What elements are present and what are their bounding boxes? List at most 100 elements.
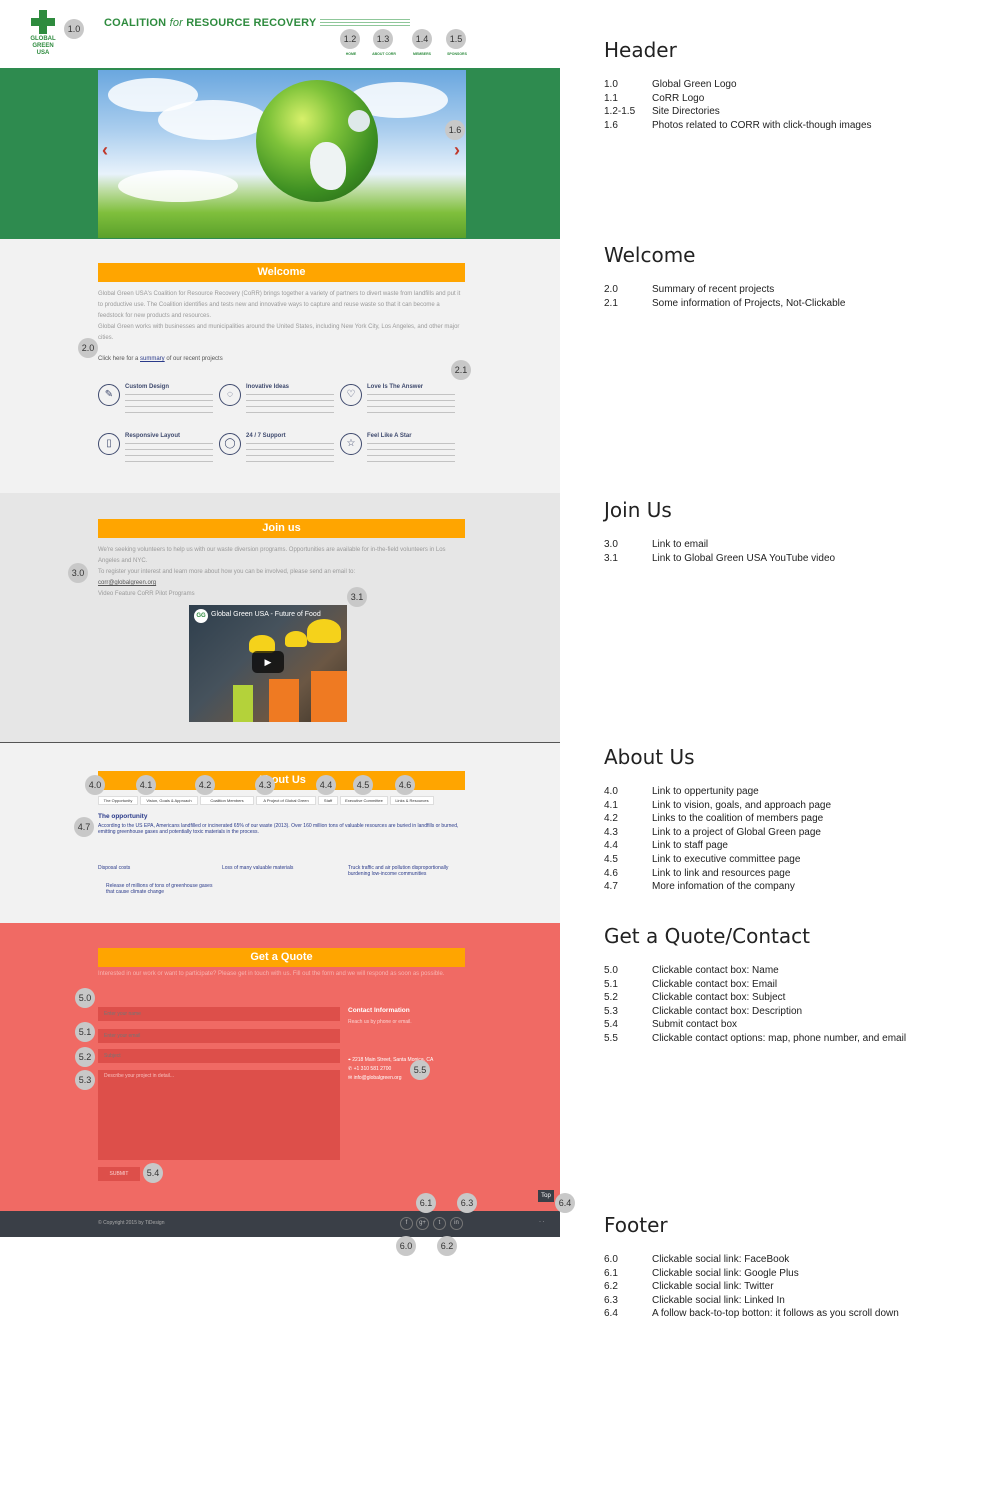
tab-vision[interactable]: Vision, Goals & Approach	[140, 796, 198, 805]
summary-link-line: Click here for a summary of our recent p…	[98, 356, 223, 362]
legend-key: 4.7	[604, 881, 618, 893]
annotation-badge: 1.3	[373, 29, 393, 49]
website-mockup: GLOBAL GREEN USA COALITION for RESOURCE …	[0, 0, 575, 1256]
global-green-logo[interactable]: GLOBAL GREEN USA	[26, 8, 60, 64]
subject-input[interactable]	[98, 1049, 340, 1063]
legend-desc: Some information of Projects, Not-Clicka…	[652, 297, 846, 309]
legend-desc: Link to email	[652, 539, 709, 550]
hero-slider[interactable]	[98, 70, 466, 238]
legend-key: 5.3	[604, 1005, 618, 1017]
feature-title: 24 / 7 Support	[246, 433, 286, 439]
youtube-video[interactable]: GG Global Green USA - Future of Food ▶	[189, 605, 347, 722]
legend-key: 1.0	[604, 79, 618, 90]
site-header: GLOBAL GREEN USA COALITION for RESOURCE …	[0, 0, 560, 68]
feature-inovative-ideas: ◌ Inovative Ideas	[219, 384, 334, 422]
legend-row: 5.3 Clickable contact box: Description	[604, 1005, 906, 1019]
feature-responsive-layout: ▯ Responsive Layout	[98, 433, 213, 471]
facebook-icon[interactable]: f	[400, 1217, 413, 1230]
annotation-badge: 4.3	[255, 775, 275, 795]
welcome-body-2: Global Green works with businesses and m…	[98, 324, 460, 341]
back-to-top-button[interactable]: Top	[538, 1190, 554, 1202]
contact-phone-text: +1 310 581 2700	[353, 1066, 392, 1072]
vest-shape	[269, 679, 299, 722]
legend-row: 2.1 Some information of Projects, Not-Cli…	[604, 297, 845, 311]
quote-title: Get a Quote	[98, 948, 465, 967]
twitter-icon[interactable]: t	[433, 1217, 446, 1230]
linkedin-icon[interactable]: in	[450, 1217, 463, 1230]
cloud-shape	[118, 170, 238, 202]
corr-logo[interactable]: COALITION for RESOURCE RECOVERY	[104, 17, 316, 29]
annotation-badge: 5.1	[75, 1022, 95, 1042]
copyright-text: © Copyright 2015 by TiDesign	[98, 1220, 165, 1226]
summary-link[interactable]: summary	[140, 356, 165, 362]
legend-key: 3.1	[604, 552, 618, 564]
email-input[interactable]	[98, 1029, 340, 1043]
video-title: Global Green USA - Future of Food	[211, 611, 321, 618]
contact-email[interactable]: ✉ info@globalgreen.org	[348, 1075, 401, 1081]
feature-text-lines	[125, 443, 213, 465]
legend-key: 1.1	[604, 92, 618, 104]
legend-desc: More infomation of the company	[652, 881, 795, 893]
annotation-badge: 4.2	[195, 775, 215, 795]
welcome-title: Welcome	[98, 263, 465, 282]
nav-sponsors[interactable]: SPONSORS	[442, 52, 472, 56]
legend-desc: Clickable contact box: Email	[652, 978, 778, 990]
annotation-badge: 5.2	[75, 1047, 95, 1067]
tab-project[interactable]: A Project of Global Green	[256, 796, 316, 805]
legend-desc: Links to the coalition of members page	[652, 813, 824, 825]
feature-text-lines	[367, 394, 455, 416]
tab-members[interactable]: Coalition Members	[200, 796, 254, 805]
contact-phone[interactable]: ✆ +1 310 581 2700	[348, 1066, 391, 1072]
annotation-badge: 4.1	[136, 775, 156, 795]
legend-row: 4.0 Link to oppertunity page	[604, 785, 831, 799]
legend-key: 4.6	[604, 867, 618, 879]
feature-text-lines	[367, 443, 455, 465]
join-title: Join us	[98, 519, 465, 538]
legend-title: Get a Quote/Contact	[604, 924, 810, 948]
slider-prev-arrow-icon[interactable]: ‹	[102, 140, 108, 161]
legend-row: 5.0 Clickable contact box: Name	[604, 964, 906, 978]
feature-feel-like-a-star: ☆ Feel Like A Star	[340, 433, 455, 471]
annotation-badge: 5.3	[75, 1070, 95, 1090]
opportunity-body: According to the US EPA, Americans landf…	[98, 823, 459, 835]
annotation-badge: 1.0	[64, 19, 84, 39]
legend-desc: Clickable social link: Linked In	[652, 1294, 785, 1306]
feature-title: Custom Design	[125, 384, 170, 390]
play-icon[interactable]: ▶	[252, 651, 284, 673]
legend-row: 6.3 Clickable social link: Linked In	[604, 1294, 899, 1308]
heart-icon: ♡	[340, 384, 362, 406]
tab-staff[interactable]: Staff	[318, 796, 338, 805]
google-plus-icon[interactable]: g+	[416, 1217, 429, 1230]
legend-desc: Clickable contact box: Name	[652, 965, 779, 976]
summary-link-tail: of our recent projects	[164, 356, 223, 362]
legend-row: 6.1 Clickable social link: Google Plus	[604, 1267, 899, 1281]
annotation-badge: 4.4	[316, 775, 336, 795]
name-input[interactable]	[98, 1007, 340, 1021]
legend-desc: Link to Global Green USA YouTube video	[652, 552, 836, 564]
legend-key: 5.0	[604, 965, 618, 976]
feature-text-lines	[246, 443, 334, 465]
annotation-badge: 2.1	[451, 360, 471, 380]
join-email-link[interactable]: corr@globalgreen.org	[98, 578, 464, 589]
cloud-shape	[158, 100, 268, 140]
legend-key: 1.2-1.5	[604, 106, 636, 118]
submit-button[interactable]: SUBMIT	[98, 1167, 140, 1181]
legend-key: 6.3	[604, 1294, 618, 1306]
legend-title: Welcome	[604, 243, 696, 267]
dots-icon: · ·	[539, 1219, 545, 1225]
legend-key: 6.1	[604, 1267, 618, 1279]
tab-executive[interactable]: Executive Committee	[340, 796, 388, 805]
tab-links[interactable]: Links & Resources	[390, 796, 434, 805]
join-section: Join us We're seeking volunteers to help…	[0, 493, 560, 743]
legend-desc: Link to staff page	[652, 840, 728, 852]
channel-logo: GG	[194, 609, 208, 623]
annotation-badge: 5.5	[410, 1060, 430, 1080]
legend-about: About Us 4.0 Link to oppertunity page 4.1…	[604, 745, 831, 894]
description-textarea[interactable]: Describe your project in detail...	[98, 1070, 340, 1160]
nav-about-corr[interactable]: ABOUT CORR	[369, 52, 399, 56]
nav-home[interactable]: HOME	[336, 52, 366, 56]
legend-row: 1.2-1.5 Site Directories	[604, 105, 872, 119]
tab-opportunity[interactable]: The Opportunity	[98, 796, 138, 805]
nav-members[interactable]: MEMBERS	[407, 52, 437, 56]
slider-next-arrow-icon[interactable]: ›	[454, 140, 460, 161]
